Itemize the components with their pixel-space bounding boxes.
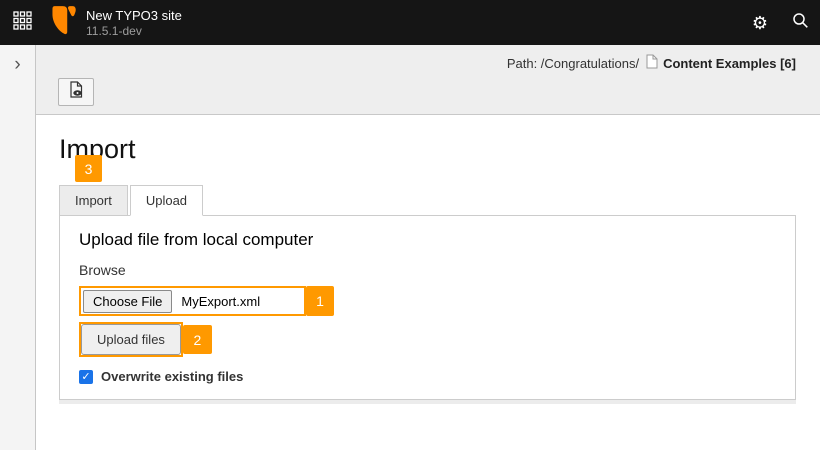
upload-files-button[interactable]: Upload files	[81, 324, 181, 355]
view-webpage-button[interactable]	[58, 78, 94, 106]
module-main: Path: /Congratulations/ Content Examples…	[36, 45, 820, 450]
tour-step-badge-2: 2	[183, 325, 212, 354]
upload-button-row: Upload files 2	[79, 322, 775, 357]
page-title: Import	[59, 133, 796, 165]
page-icon	[646, 54, 658, 72]
settings-button[interactable]: ⚙	[740, 0, 780, 45]
typo3-logo-icon	[52, 5, 76, 40]
tour-step-badge-1: 1	[306, 286, 334, 316]
module-sidebar-collapsed: ›	[0, 45, 36, 450]
grid-icon	[13, 11, 32, 35]
tab-upload[interactable]: Upload	[130, 185, 203, 216]
docheader: Path: /Congratulations/ Content Examples…	[36, 45, 820, 115]
file-input[interactable]: Choose File MyExport.xml	[79, 286, 306, 316]
overwrite-checkbox[interactable]: ✓	[79, 370, 93, 384]
tab-import[interactable]: Import	[59, 185, 128, 216]
search-button[interactable]	[780, 0, 820, 45]
site-version: 11.5.1-dev	[86, 24, 182, 38]
tour-step-badge-3: 3	[75, 155, 102, 182]
content-area: Import 3 Import Upload Upload file from …	[36, 115, 820, 450]
browse-label: Browse	[79, 261, 775, 279]
search-icon	[792, 12, 809, 34]
file-input-row: Choose File MyExport.xml 1	[79, 286, 775, 316]
topbar: New TYPO3 site 11.5.1-dev ⚙	[0, 0, 820, 45]
selected-filename: MyExport.xml	[172, 294, 260, 309]
breadcrumb-record-title: Content Examples [6]	[663, 56, 796, 71]
upload-button-highlight: Upload files	[79, 322, 183, 357]
gear-icon: ⚙	[752, 14, 768, 32]
overwrite-row: ✓ Overwrite existing files	[79, 369, 775, 384]
site-brand-link[interactable]: New TYPO3 site 11.5.1-dev	[52, 5, 182, 40]
panel-title: Upload file from local computer	[79, 229, 775, 251]
chevron-right-icon[interactable]: ›	[14, 55, 20, 74]
upload-panel: Upload file from local computer Browse C…	[59, 216, 796, 400]
modules-menu-button[interactable]	[0, 0, 44, 45]
choose-file-button[interactable]: Choose File	[83, 290, 172, 313]
tab-bar: Import Upload	[59, 185, 796, 216]
overwrite-checkbox-label[interactable]: Overwrite existing files	[101, 369, 243, 384]
site-title: New TYPO3 site	[86, 8, 182, 24]
breadcrumb: Path: /Congratulations/ Content Examples…	[507, 54, 796, 72]
workspace: › Path: /Congratulations/ Content Exampl…	[0, 45, 820, 450]
breadcrumb-path: Path: /Congratulations/	[507, 56, 639, 71]
page-eye-icon	[68, 81, 85, 103]
